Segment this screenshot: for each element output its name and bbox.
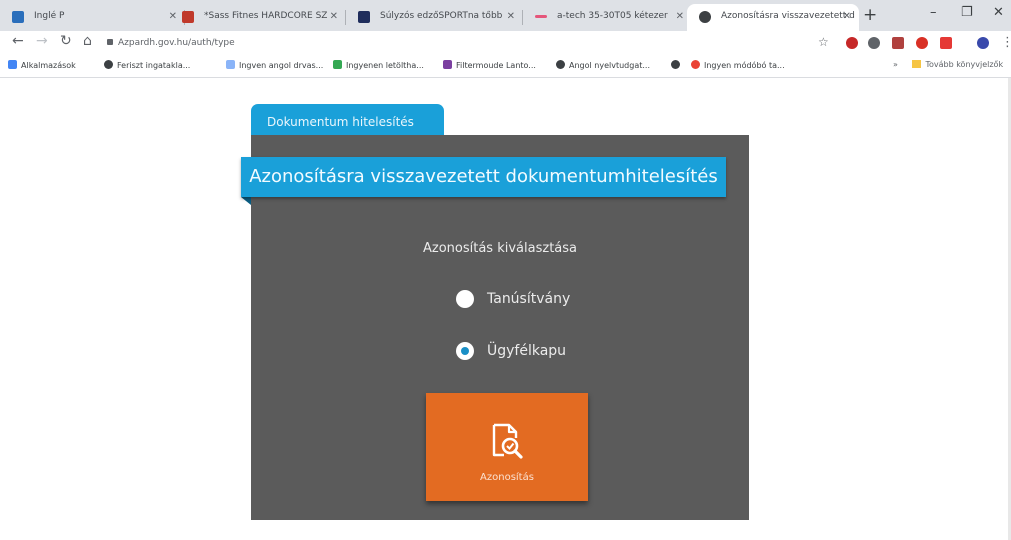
authenticate-button-label: Azonosítás [480, 472, 534, 483]
browser-toolbar: ← → ↻ ⌂ Azpardh.gov.hu/auth/type ☆ ⋮ [0, 31, 1011, 57]
reload-icon[interactable]: ↻ [60, 33, 72, 49]
page-title: Azonosításra visszavezetett dokumentumhi… [241, 157, 726, 197]
radio-label: Tanúsítvány [487, 291, 571, 307]
radio-tanusitvany[interactable] [456, 290, 474, 308]
close-icon[interactable]: ✕ [843, 4, 851, 29]
back-icon[interactable]: ← [12, 33, 24, 49]
bookmark-favicon-icon [443, 60, 452, 69]
lock-icon [107, 39, 113, 45]
browser-tab-strip: Inglé P ✕ *Sass Fitnes HARDCORE SZ ✕ Súl… [0, 0, 1011, 31]
favicon-icon [699, 11, 711, 23]
restore-icon[interactable]: ❐ [961, 5, 973, 20]
bookmark-star-icon[interactable]: ☆ [818, 35, 829, 49]
home-icon[interactable]: ⌂ [83, 33, 92, 49]
profile-avatar[interactable] [977, 37, 989, 49]
browser-tab[interactable]: a-tech 35-30T05 kétezer ✕ [523, 4, 692, 31]
bookmark-favicon-icon [691, 60, 700, 69]
extension-icon[interactable] [940, 37, 952, 49]
document-search-icon [492, 423, 523, 459]
bookmark-item[interactable]: Ingyen módóbó ta... [691, 60, 785, 70]
bookmark-item[interactable]: Feriszt ingatakla... [104, 60, 190, 70]
bookmarks-bar: Alkalmazások Feriszt ingatakla... Ingven… [0, 57, 1011, 78]
bookmark-favicon-icon [226, 60, 235, 69]
browser-tab-active[interactable]: Azonosításra visszavezetett d ✕ [687, 4, 859, 31]
favicon-icon [535, 15, 547, 18]
globe-icon [671, 60, 680, 69]
tab-dokumentum-hitelesites[interactable]: Dokumentum hitelesítés [251, 104, 444, 139]
bookmark-item[interactable]: Angol nyelvtudgat... [556, 60, 650, 70]
new-tab-icon[interactable]: + [863, 5, 877, 25]
tab-title: *Sass Fitnes HARDCORE SZ [204, 11, 328, 21]
more-bookmarks[interactable]: » Tovább könyvjelzők [893, 60, 1003, 69]
tab-title: a-tech 35-30T05 kétezer [557, 11, 668, 21]
authenticate-button[interactable]: Azonosítás [426, 393, 588, 501]
tab-title: Azonosításra visszavezetett d [721, 11, 855, 21]
tab-title: Súlyzós edzőSPORTna tőbb [380, 11, 503, 21]
close-icon[interactable]: ✕ [330, 4, 338, 29]
folder-icon [912, 60, 922, 68]
option-tanusitvany[interactable]: Tanúsítvány [456, 288, 570, 310]
window-close-icon[interactable]: ✕ [993, 5, 1004, 20]
browser-tab[interactable]: Súlyzós edzőSPORTna tőbb ✕ [346, 4, 523, 31]
bookmark-favicon-icon [333, 60, 342, 69]
radio-ugyfelkapu[interactable] [456, 342, 474, 360]
browser-menu-icon[interactable]: ⋮ [1001, 35, 1011, 50]
bookmark-item[interactable]: Ingyenen letöltha... [333, 60, 424, 70]
favicon-icon [182, 11, 194, 23]
forward-icon[interactable]: → [36, 33, 48, 49]
address-bar[interactable]: Azpardh.gov.hu/auth/type [118, 38, 235, 48]
browser-tab[interactable]: Inglé P ✕ [0, 4, 185, 31]
browser-tab[interactable]: *Sass Fitnes HARDCORE SZ ✕ [170, 4, 346, 31]
minimize-icon[interactable]: – [930, 5, 937, 20]
extension-icon[interactable] [892, 37, 904, 49]
globe-icon [104, 60, 113, 69]
section-label: Azonosítás kiválasztása [423, 241, 577, 256]
close-icon[interactable]: ✕ [507, 4, 515, 29]
globe-icon [556, 60, 565, 69]
extension-icon[interactable] [916, 37, 928, 49]
tab-title: Inglé P [34, 11, 65, 21]
extension-icon[interactable] [846, 37, 858, 49]
bookmark-item[interactable]: Filtermoude Lanto... [443, 60, 536, 70]
chevron-icon: » [893, 60, 898, 69]
favicon-icon [12, 11, 24, 23]
close-icon[interactable]: ✕ [676, 4, 684, 29]
banner-fold [241, 197, 251, 205]
bookmark-item[interactable]: Ingven angol drvas... [226, 60, 323, 70]
apps-icon [8, 60, 17, 69]
radio-label: Ügyfélkapu [487, 343, 567, 359]
extension-icon[interactable] [868, 37, 880, 49]
favicon-icon [358, 11, 370, 23]
option-ugyfelkapu[interactable]: Ügyfélkapu [456, 340, 566, 362]
bookmark-item[interactable] [671, 60, 684, 70]
bookmark-item[interactable]: Alkalmazások [8, 60, 76, 70]
